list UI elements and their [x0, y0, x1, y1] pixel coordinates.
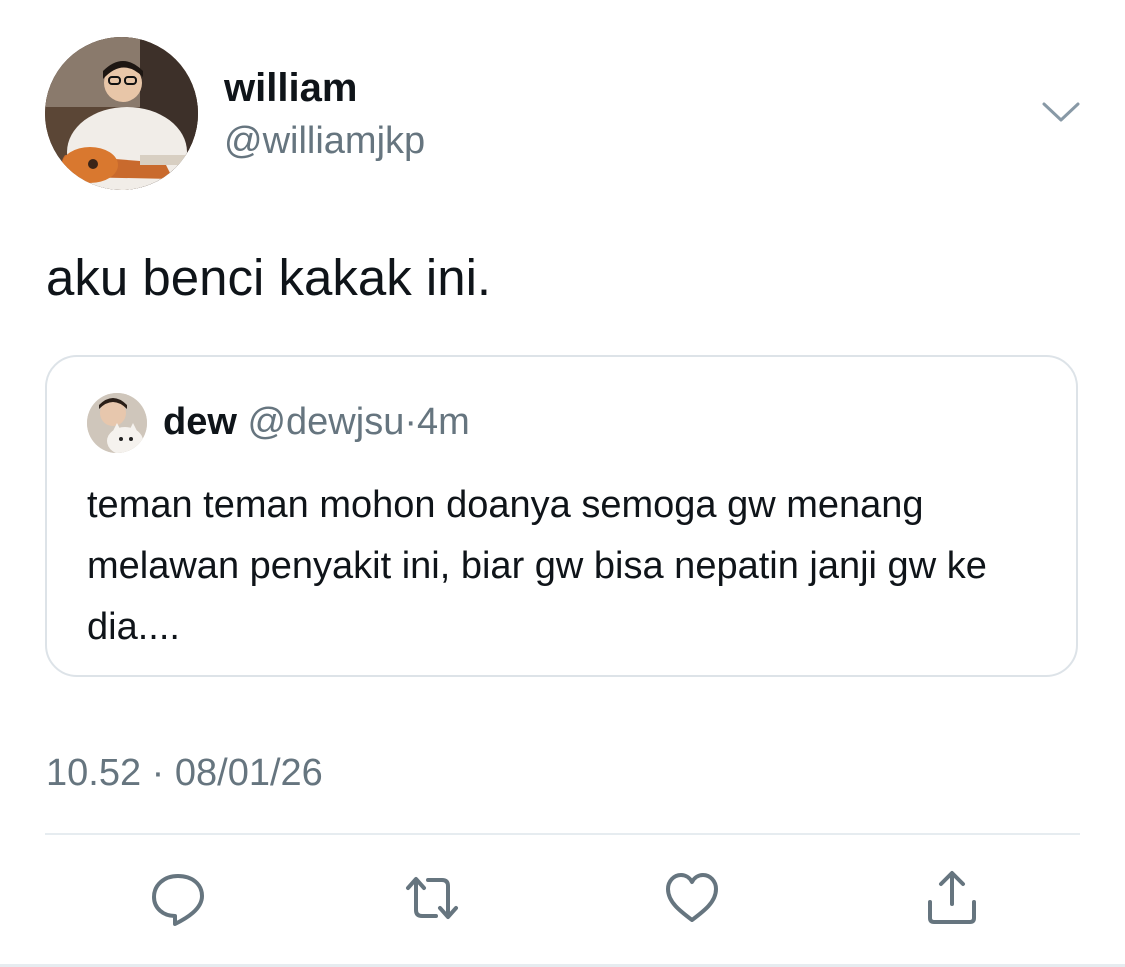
- quoted-tweet-header: dew @dewjsu·4m: [163, 401, 470, 444]
- divider: [45, 833, 1080, 835]
- chevron-down-icon[interactable]: [1040, 96, 1082, 126]
- author-avatar[interactable]: [45, 37, 198, 190]
- quoted-tweet-text: teman teman mohon doanya semoga gw menan…: [87, 484, 987, 648]
- quoted-tweet-card[interactable]: dew @dewjsu·4m teman teman mohon doanya …: [45, 355, 1078, 677]
- quoted-separator: ·: [404, 401, 417, 443]
- tweet-detail: william @williamjkp aku benci kakak ini.…: [0, 0, 1125, 967]
- author-handle[interactable]: @williamjkp: [224, 120, 425, 163]
- tweet-timestamp[interactable]: 10.52 · 08/01/26: [46, 752, 323, 795]
- author-display-name[interactable]: william: [224, 66, 357, 111]
- like-icon[interactable]: [662, 868, 722, 928]
- tweet-text: aku benci kakak ini.: [46, 249, 492, 306]
- quoted-author-display-name[interactable]: dew: [163, 401, 237, 443]
- quoted-author-handle[interactable]: @dewjsu: [247, 401, 404, 443]
- retweet-icon[interactable]: [402, 868, 462, 928]
- quoted-tweet-time[interactable]: 4m: [417, 401, 470, 443]
- reply-icon[interactable]: [148, 868, 208, 928]
- quoted-author-avatar[interactable]: [87, 393, 147, 453]
- share-icon[interactable]: [922, 868, 982, 928]
